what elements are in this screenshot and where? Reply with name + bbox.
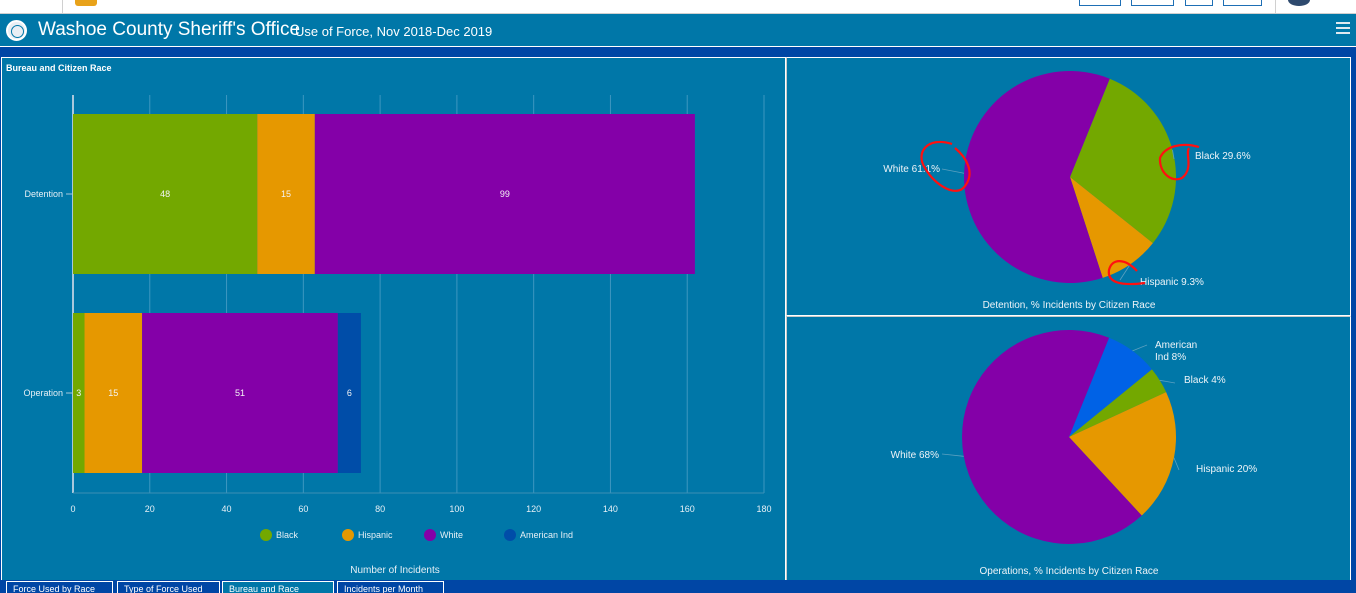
dashboard-header: Washoe County Sheriff's Office Use of Fo… bbox=[0, 14, 1356, 47]
toolbar-button[interactable] bbox=[1131, 0, 1174, 6]
tab-bureau-and-race[interactable]: Bureau and Race bbox=[222, 581, 334, 593]
bar-data-label: 15 bbox=[108, 388, 118, 398]
x-tick-label: 120 bbox=[526, 504, 541, 514]
pie-leader-line bbox=[1132, 344, 1148, 352]
x-tick-label: 180 bbox=[756, 504, 771, 514]
legend-swatch bbox=[424, 529, 436, 541]
x-tick-label: 100 bbox=[449, 504, 464, 514]
legend-swatch bbox=[342, 529, 354, 541]
hamburger-menu-icon[interactable] bbox=[1336, 22, 1350, 36]
bar-data-label: 15 bbox=[281, 189, 291, 199]
pie-leader-line bbox=[941, 168, 965, 174]
bar-data-label: 51 bbox=[235, 388, 245, 398]
panel-title: Bureau and Citizen Race bbox=[6, 63, 112, 73]
user-avatar[interactable] bbox=[1288, 0, 1310, 6]
legend-label: Hispanic bbox=[358, 530, 393, 540]
bar-data-label: 99 bbox=[500, 189, 510, 199]
toolbar-button[interactable] bbox=[1185, 0, 1213, 6]
tab-force-used-by-race[interactable]: Force Used by Race bbox=[6, 581, 113, 593]
operations-pie-panel: American Ind 8% Black 4% Hispanic 20% White … bbox=[786, 316, 1351, 581]
pie-leader-line bbox=[1173, 457, 1180, 471]
x-axis-title: Number of Incidents bbox=[350, 565, 440, 576]
bar-data-label: 48 bbox=[160, 189, 170, 199]
dashboard-subtitle: Use of Force, Nov 2018-Dec 2019 bbox=[295, 24, 493, 39]
x-tick-label: 0 bbox=[70, 504, 75, 514]
pie-slice-label: American Ind 8% bbox=[1155, 340, 1197, 363]
detention-pie-chart: Black 29.6% Hispanic 9.3% White 61.1% Deten… bbox=[883, 71, 1251, 311]
x-tick-label: 160 bbox=[680, 504, 695, 514]
pie-slice-label: Black 4% bbox=[1184, 375, 1226, 386]
pie-leader-line bbox=[941, 453, 964, 457]
x-tick-label: 140 bbox=[603, 504, 618, 514]
legend-label: Black bbox=[276, 530, 299, 540]
tab-type-of-force-used[interactable]: Type of Force Used bbox=[117, 581, 220, 593]
detention-pie-panel: Black 29.6% Hispanic 9.3% White 61.1% Deten… bbox=[786, 57, 1351, 316]
y-category-label: Detention bbox=[24, 189, 63, 199]
bar-data-label: 3 bbox=[76, 388, 81, 398]
legend-swatch bbox=[260, 529, 272, 541]
sheriff-badge-logo-icon bbox=[6, 20, 27, 41]
pie-chart-title: Operations, % Incidents by Citizen Race bbox=[980, 566, 1159, 577]
x-tick-label: 20 bbox=[145, 504, 155, 514]
bar-chart: 0 20 40 60 80 100 120 140 160 180 Detention 48 15 99 O… bbox=[23, 95, 772, 576]
dashboard-title: Washoe County Sheriff's Office bbox=[38, 19, 301, 40]
legend-swatch bbox=[504, 529, 516, 541]
app-icon bbox=[75, 0, 97, 6]
bar-chart-panel: Bureau and Citizen Race 0 20 40 60 80 100 120 1… bbox=[1, 57, 786, 581]
tab-incidents-per-month[interactable]: Incidents per Month bbox=[337, 581, 444, 593]
y-category-label: Operation bbox=[23, 388, 63, 398]
toolbar-button[interactable] bbox=[1079, 0, 1121, 6]
x-tick-label: 80 bbox=[375, 504, 385, 514]
pie-slice-label: Hispanic 9.3% bbox=[1140, 277, 1204, 288]
divider bbox=[62, 0, 63, 13]
pie-chart-title: Detention, % Incidents by Citizen Race bbox=[983, 300, 1156, 311]
toolbar-button[interactable] bbox=[1223, 0, 1262, 6]
divider bbox=[1275, 0, 1276, 13]
x-tick-label: 40 bbox=[222, 504, 232, 514]
operations-pie-chart: American Ind 8% Black 4% Hispanic 20% White … bbox=[891, 330, 1257, 577]
pie-slice-label: Hispanic 20% bbox=[1196, 464, 1257, 475]
browser-top-strip bbox=[0, 0, 1356, 14]
pie-slice-label: Black 29.6% bbox=[1195, 151, 1251, 162]
legend-label: American Ind bbox=[520, 530, 573, 540]
legend-label: White bbox=[440, 530, 463, 540]
pie-slice-label: White 61.1% bbox=[883, 164, 940, 175]
x-tick-label: 60 bbox=[298, 504, 308, 514]
bar-data-label: 6 bbox=[347, 388, 352, 398]
pie-slice-label: White 68% bbox=[891, 450, 939, 461]
pie-leader-line bbox=[1159, 379, 1176, 384]
tab-strip: Force Used by Race Type of Force Used Bu… bbox=[0, 580, 1356, 593]
